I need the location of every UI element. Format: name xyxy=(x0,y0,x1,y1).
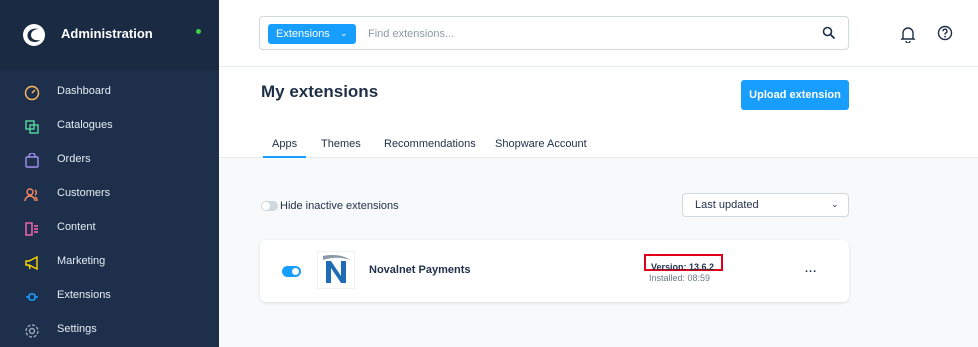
search-scope-select[interactable]: Extensions ⌄ xyxy=(268,24,356,44)
sidebar-item-dashboard[interactable]: Dashboard xyxy=(0,76,219,110)
sidebar-item-label: Settings xyxy=(57,323,97,335)
sidebar-item-orders[interactable]: Orders xyxy=(0,144,219,178)
sidebar-item-extensions[interactable]: Extensions xyxy=(0,280,219,314)
sidebar-item-label: Marketing xyxy=(57,255,106,267)
chevron-down-icon: ⌄ xyxy=(340,28,348,38)
sidebar-item-label: Extensions xyxy=(57,289,111,301)
gauge-icon xyxy=(24,85,40,101)
version-highlight: Version: 13.6.2 xyxy=(644,254,723,272)
extension-installed-time: Installed: 08:59 xyxy=(649,273,711,283)
shopware-logo-icon[interactable] xyxy=(22,23,46,47)
sidebar-item-label: Content xyxy=(57,221,96,233)
sidebar-item-catalogues[interactable]: Catalogues xyxy=(0,110,219,144)
upload-extension-button[interactable]: Upload extension xyxy=(741,80,849,110)
sidebar-item-marketing[interactable]: Marketing xyxy=(0,246,219,280)
hide-inactive-label: Hide inactive extensions xyxy=(280,200,399,212)
bell-icon[interactable] xyxy=(900,25,916,43)
sidebar-brand: Administration xyxy=(0,0,219,70)
sidebar-item-label: Dashboard xyxy=(57,85,111,97)
tab-shopware-account[interactable]: Shopware Account xyxy=(495,138,587,150)
sort-value: Last updated xyxy=(695,199,759,211)
extension-active-toggle[interactable] xyxy=(282,266,301,277)
users-icon xyxy=(24,188,38,202)
tab-apps[interactable]: Apps xyxy=(272,138,297,150)
header-divider xyxy=(219,66,978,67)
more-actions-button[interactable]: ... xyxy=(805,263,817,275)
megaphone-icon xyxy=(25,255,38,271)
search-scope-label: Extensions xyxy=(276,28,330,40)
search-icon[interactable] xyxy=(822,26,836,40)
sidebar-item-content[interactable]: Content xyxy=(0,212,219,246)
search-input[interactable]: Find extensions... xyxy=(368,28,454,40)
help-icon[interactable] xyxy=(937,25,953,41)
bag-icon xyxy=(25,153,39,168)
content-icon xyxy=(25,222,38,236)
sidebar-item-label: Catalogues xyxy=(57,119,113,131)
sidebar-item-label: Customers xyxy=(57,187,111,199)
status-dot xyxy=(196,29,201,34)
search-bar[interactable]: Extensions ⌄ Find extensions... xyxy=(259,16,849,50)
sidebar-item-settings[interactable]: Settings xyxy=(0,314,219,347)
brand-title: Administration xyxy=(61,26,153,41)
sidebar-item-label: Orders xyxy=(57,153,91,165)
extension-version: Version: 13.6.2 xyxy=(651,262,715,272)
page-title: My extensions xyxy=(261,82,379,101)
novalnet-logo-icon xyxy=(317,251,355,289)
hide-inactive-toggle[interactable] xyxy=(261,201,278,211)
products-icon xyxy=(25,120,39,134)
chevron-down-icon: ⌄ xyxy=(831,199,839,209)
sort-select[interactable]: Last updated ⌄ xyxy=(682,193,849,217)
tab-recommendations[interactable]: Recommendations xyxy=(384,138,476,150)
sidebar-item-customers[interactable]: Customers xyxy=(0,178,219,212)
sidebar: Administration Dashboard Catalogues Orde… xyxy=(0,0,219,347)
plugin-icon xyxy=(26,293,38,301)
extension-name: Novalnet Payments xyxy=(369,264,471,276)
extension-card: Novalnet Payments Version: 13.6.2 Instal… xyxy=(260,240,849,302)
tab-themes[interactable]: Themes xyxy=(321,138,361,150)
gear-icon xyxy=(25,324,39,338)
